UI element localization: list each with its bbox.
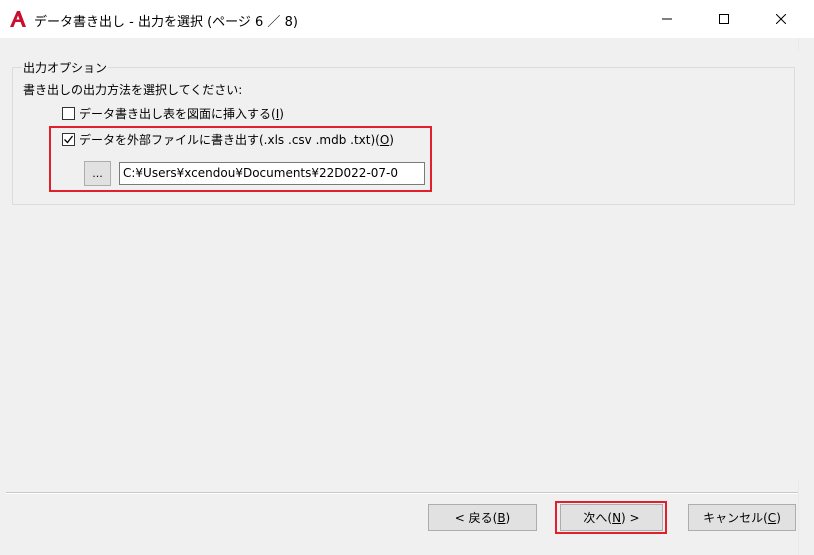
window-edge: [798, 480, 799, 555]
highlight-box-export-option: [49, 126, 432, 192]
maximize-icon: [719, 14, 729, 24]
instruction-text: 書き出しの出力方法を選択してください:: [23, 83, 243, 97]
window-title: データ書き出し - 出力を選択 (ページ 6 ／ 8): [34, 15, 298, 30]
minimize-icon: [662, 18, 672, 20]
insert-table-checkbox[interactable]: [62, 107, 75, 120]
autocad-icon: [10, 11, 26, 27]
title-bar: データ書き出し - 出力を選択 (ページ 6 ／ 8): [0, 0, 814, 38]
highlight-box-next-button: [555, 501, 667, 534]
output-options-label: 出力オプション: [22, 59, 109, 76]
close-icon: [776, 14, 786, 24]
footer-separator: [6, 492, 798, 494]
maximize-button[interactable]: [701, 0, 747, 38]
cancel-button[interactable]: キャンセル(C): [688, 504, 796, 531]
insert-table-label[interactable]: データ書き出し表を図面に挿入する(I): [79, 105, 284, 122]
window-edge: [798, 38, 799, 50]
close-button[interactable]: [758, 0, 804, 38]
minimize-button[interactable]: [644, 0, 690, 38]
back-button[interactable]: < 戻る(B): [428, 504, 537, 531]
